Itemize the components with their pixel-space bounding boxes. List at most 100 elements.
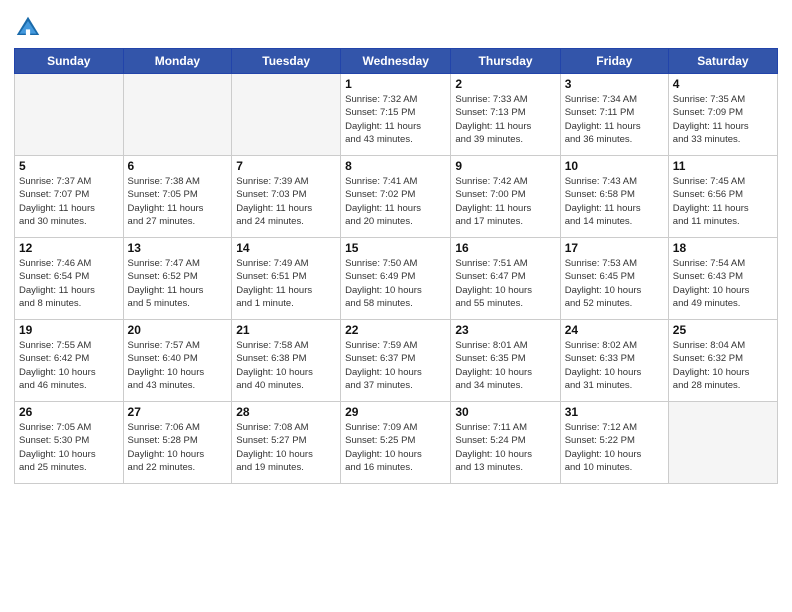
day-info: Sunrise: 7:35 AM Sunset: 7:09 PM Dayligh… — [673, 93, 773, 146]
day-info: Sunrise: 7:45 AM Sunset: 6:56 PM Dayligh… — [673, 175, 773, 228]
day-info: Sunrise: 7:32 AM Sunset: 7:15 PM Dayligh… — [345, 93, 446, 146]
day-info: Sunrise: 7:37 AM Sunset: 7:07 PM Dayligh… — [19, 175, 119, 228]
calendar-cell: 8 Sunrise: 7:41 AM Sunset: 7:02 PM Daylig… — [341, 156, 451, 238]
day-info: Sunrise: 8:04 AM Sunset: 6:32 PM Dayligh… — [673, 339, 773, 392]
calendar-cell: 15Sunrise: 7:50 AM Sunset: 6:49 PM Dayli… — [341, 238, 451, 320]
calendar-cell: 31 Sunrise: 7:12 AM Sunset: 5:22 PM Dayli… — [560, 402, 668, 484]
logo-icon — [14, 14, 42, 42]
day-number: 26 — [19, 405, 119, 419]
calendar-cell — [668, 402, 777, 484]
day-info: Sunrise: 7:12 AM Sunset: 5:22 PM Dayligh… — [565, 421, 664, 474]
calendar-header-sunday: Sunday — [15, 49, 124, 74]
calendar-cell: 12Sunrise: 7:46 AM Sunset: 6:54 PM Dayli… — [15, 238, 124, 320]
header — [14, 10, 778, 42]
day-info: Sunrise: 8:02 AM Sunset: 6:33 PM Dayligh… — [565, 339, 664, 392]
calendar-cell: 21 Sunrise: 7:58 AM Sunset: 6:38 PM Dayli… — [232, 320, 341, 402]
day-info: Sunrise: 7:34 AM Sunset: 7:11 PM Dayligh… — [565, 93, 664, 146]
day-info: Sunrise: 7:09 AM Sunset: 5:25 PM Dayligh… — [345, 421, 446, 474]
calendar-header-monday: Monday — [123, 49, 232, 74]
calendar-cell: 10 Sunrise: 7:43 AM Sunset: 6:58 PM Dayli… — [560, 156, 668, 238]
calendar-cell — [232, 74, 341, 156]
calendar-cell: 23 Sunrise: 8:01 AM Sunset: 6:35 PM Dayli… — [451, 320, 560, 402]
page-container: SundayMondayTuesdayWednesdayThursdayFrid… — [0, 0, 792, 494]
day-info: Sunrise: 7:47 AM Sunset: 6:52 PM Dayligh… — [128, 257, 228, 310]
day-info: Sunrise: 7:46 AM Sunset: 6:54 PM Dayligh… — [19, 257, 119, 310]
day-info: Sunrise: 7:57 AM Sunset: 6:40 PM Dayligh… — [128, 339, 228, 392]
calendar-header-row: SundayMondayTuesdayWednesdayThursdayFrid… — [15, 49, 778, 74]
calendar-cell — [15, 74, 124, 156]
calendar-week-1: 1 Sunrise: 7:32 AM Sunset: 7:15 PM Daylig… — [15, 74, 778, 156]
day-number: 30 — [455, 405, 555, 419]
calendar-header-tuesday: Tuesday — [232, 49, 341, 74]
day-number: 7 — [236, 159, 336, 173]
day-info: Sunrise: 7:54 AM Sunset: 6:43 PM Dayligh… — [673, 257, 773, 310]
calendar-cell: 9 Sunrise: 7:42 AM Sunset: 7:00 PM Daylig… — [451, 156, 560, 238]
calendar-cell: 28 Sunrise: 7:08 AM Sunset: 5:27 PM Dayli… — [232, 402, 341, 484]
day-number: 8 — [345, 159, 446, 173]
calendar-cell: 22 Sunrise: 7:59 AM Sunset: 6:37 PM Dayli… — [341, 320, 451, 402]
day-info: Sunrise: 7:43 AM Sunset: 6:58 PM Dayligh… — [565, 175, 664, 228]
calendar-header-wednesday: Wednesday — [341, 49, 451, 74]
calendar-cell: 20 Sunrise: 7:57 AM Sunset: 6:40 PM Dayli… — [123, 320, 232, 402]
day-info: Sunrise: 7:08 AM Sunset: 5:27 PM Dayligh… — [236, 421, 336, 474]
day-info: Sunrise: 7:41 AM Sunset: 7:02 PM Dayligh… — [345, 175, 446, 228]
calendar-cell: 1 Sunrise: 7:32 AM Sunset: 7:15 PM Daylig… — [341, 74, 451, 156]
day-number: 15 — [345, 241, 446, 255]
day-number: 6 — [128, 159, 228, 173]
day-number: 29 — [345, 405, 446, 419]
calendar-cell: 30 Sunrise: 7:11 AM Sunset: 5:24 PM Dayli… — [451, 402, 560, 484]
day-info: Sunrise: 8:01 AM Sunset: 6:35 PM Dayligh… — [455, 339, 555, 392]
day-number: 31 — [565, 405, 664, 419]
calendar-cell: 11Sunrise: 7:45 AM Sunset: 6:56 PM Dayli… — [668, 156, 777, 238]
day-info: Sunrise: 7:51 AM Sunset: 6:47 PM Dayligh… — [455, 257, 555, 310]
day-number: 1 — [345, 77, 446, 91]
calendar-cell: 5Sunrise: 7:37 AM Sunset: 7:07 PM Daylig… — [15, 156, 124, 238]
day-info: Sunrise: 7:38 AM Sunset: 7:05 PM Dayligh… — [128, 175, 228, 228]
calendar-week-3: 12Sunrise: 7:46 AM Sunset: 6:54 PM Dayli… — [15, 238, 778, 320]
calendar-cell: 6 Sunrise: 7:38 AM Sunset: 7:05 PM Daylig… — [123, 156, 232, 238]
day-number: 10 — [565, 159, 664, 173]
day-number: 9 — [455, 159, 555, 173]
calendar-cell: 7Sunrise: 7:39 AM Sunset: 7:03 PM Daylig… — [232, 156, 341, 238]
calendar-cell: 26Sunrise: 7:05 AM Sunset: 5:30 PM Dayli… — [15, 402, 124, 484]
day-number: 13 — [128, 241, 228, 255]
calendar-cell: 24Sunrise: 8:02 AM Sunset: 6:33 PM Dayli… — [560, 320, 668, 402]
day-number: 19 — [19, 323, 119, 337]
calendar-cell: 4 Sunrise: 7:35 AM Sunset: 7:09 PM Daylig… — [668, 74, 777, 156]
day-info: Sunrise: 7:11 AM Sunset: 5:24 PM Dayligh… — [455, 421, 555, 474]
calendar-cell: 3 Sunrise: 7:34 AM Sunset: 7:11 PM Daylig… — [560, 74, 668, 156]
day-number: 16 — [455, 241, 555, 255]
calendar-cell: 27 Sunrise: 7:06 AM Sunset: 5:28 PM Dayli… — [123, 402, 232, 484]
calendar-cell: 25 Sunrise: 8:04 AM Sunset: 6:32 PM Dayli… — [668, 320, 777, 402]
calendar-week-5: 26Sunrise: 7:05 AM Sunset: 5:30 PM Dayli… — [15, 402, 778, 484]
day-number: 20 — [128, 323, 228, 337]
day-number: 21 — [236, 323, 336, 337]
day-number: 4 — [673, 77, 773, 91]
calendar-week-4: 19 Sunrise: 7:55 AM Sunset: 6:42 PM Dayli… — [15, 320, 778, 402]
day-number: 22 — [345, 323, 446, 337]
calendar: SundayMondayTuesdayWednesdayThursdayFrid… — [14, 48, 778, 484]
calendar-cell: 16 Sunrise: 7:51 AM Sunset: 6:47 PM Dayli… — [451, 238, 560, 320]
calendar-cell: 17 Sunrise: 7:53 AM Sunset: 6:45 PM Dayli… — [560, 238, 668, 320]
day-number: 17 — [565, 241, 664, 255]
day-info: Sunrise: 7:33 AM Sunset: 7:13 PM Dayligh… — [455, 93, 555, 146]
calendar-cell: 29 Sunrise: 7:09 AM Sunset: 5:25 PM Dayli… — [341, 402, 451, 484]
logo — [14, 14, 46, 42]
calendar-header-saturday: Saturday — [668, 49, 777, 74]
day-number: 25 — [673, 323, 773, 337]
calendar-cell: 14Sunrise: 7:49 AM Sunset: 6:51 PM Dayli… — [232, 238, 341, 320]
calendar-cell: 19 Sunrise: 7:55 AM Sunset: 6:42 PM Dayli… — [15, 320, 124, 402]
day-info: Sunrise: 7:59 AM Sunset: 6:37 PM Dayligh… — [345, 339, 446, 392]
day-info: Sunrise: 7:58 AM Sunset: 6:38 PM Dayligh… — [236, 339, 336, 392]
calendar-cell: 18Sunrise: 7:54 AM Sunset: 6:43 PM Dayli… — [668, 238, 777, 320]
calendar-week-2: 5Sunrise: 7:37 AM Sunset: 7:07 PM Daylig… — [15, 156, 778, 238]
day-info: Sunrise: 7:53 AM Sunset: 6:45 PM Dayligh… — [565, 257, 664, 310]
day-number: 14 — [236, 241, 336, 255]
day-info: Sunrise: 7:55 AM Sunset: 6:42 PM Dayligh… — [19, 339, 119, 392]
day-info: Sunrise: 7:42 AM Sunset: 7:00 PM Dayligh… — [455, 175, 555, 228]
day-number: 23 — [455, 323, 555, 337]
day-number: 27 — [128, 405, 228, 419]
day-number: 28 — [236, 405, 336, 419]
day-info: Sunrise: 7:06 AM Sunset: 5:28 PM Dayligh… — [128, 421, 228, 474]
day-number: 3 — [565, 77, 664, 91]
